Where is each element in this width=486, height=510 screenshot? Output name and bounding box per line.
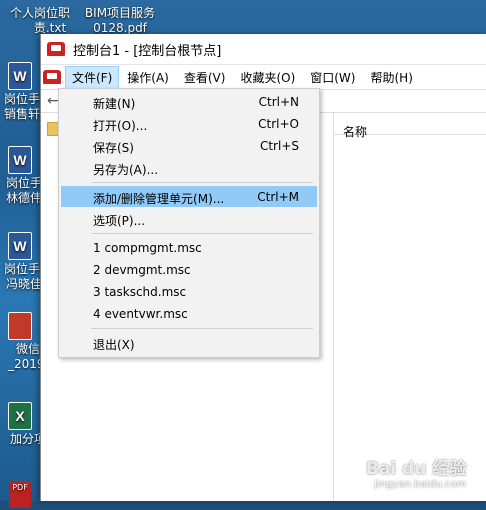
pdf-icon: PDF xyxy=(9,482,31,508)
menu-action[interactable]: 操作(A) xyxy=(120,66,176,89)
menu-item-exit[interactable]: 退出(X) xyxy=(61,332,317,353)
watermark-sub: jingyan.baidu.com xyxy=(374,479,467,490)
desktop-icon-word-doc[interactable]: W 岗位手 销售轩 xyxy=(0,62,40,122)
desktop-icon-text-file[interactable]: 个人岗位职 责.txt xyxy=(0,6,80,36)
menu-item-open[interactable]: 打开(O)... Ctrl+O xyxy=(61,113,317,134)
desktop-icon-label: 微信 xyxy=(16,342,41,356)
menu-item-shortcut: Ctrl+S xyxy=(259,139,299,153)
menu-help[interactable]: 帮助(H) xyxy=(363,66,419,89)
menu-item-label: 选项(P)... xyxy=(93,214,146,228)
menu-file[interactable]: 文件(F) xyxy=(65,65,120,89)
menu-item-new[interactable]: 新建(N) Ctrl+N xyxy=(61,91,317,112)
menu-item-recent-2[interactable]: 2 devmgmt.msc xyxy=(61,259,317,280)
menu-item-recent-3[interactable]: 3 taskschd.msc xyxy=(61,281,317,302)
desktop-icon-label: 加分项 xyxy=(10,432,47,446)
watermark-main: Bai du 经验 xyxy=(366,459,467,479)
window-title: 控制台1 - [控制台根节点] xyxy=(73,43,222,59)
menu-separator xyxy=(91,328,313,329)
file-icon xyxy=(8,312,32,340)
desktop-icon-pdf-file[interactable]: BIM项目服务 0128.pdf xyxy=(80,6,160,36)
column-header[interactable]: 名称 xyxy=(334,112,486,139)
menu-separator xyxy=(91,182,313,183)
desktop-icon-label: 岗位手 xyxy=(4,92,41,106)
menu-item-save[interactable]: 保存(S) Ctrl+S xyxy=(61,135,317,156)
word-icon: W xyxy=(8,62,32,90)
menu-item-label: 保存(S) xyxy=(93,141,134,155)
word-icon: W xyxy=(8,146,32,174)
desktop-icon-label: BIM项目服务 xyxy=(84,6,156,20)
menu-item-label: 2 devmgmt.msc xyxy=(93,263,191,277)
desktop-icon-word-doc[interactable]: W 岗位手 林德伟 xyxy=(0,146,43,206)
desktop-icon-label: 岗位手 xyxy=(6,176,43,190)
menu-item-shortcut: Ctrl+M xyxy=(257,190,299,204)
desktop-icon-label: 冯晓佳 xyxy=(6,277,43,291)
desktop-icon-label: 岗位手 xyxy=(4,262,41,276)
menu-separator xyxy=(91,233,313,234)
menu-item-recent-1[interactable]: 1 compmgmt.msc xyxy=(61,237,317,258)
menu-item-label: 4 eventvwr.msc xyxy=(93,307,188,321)
column-header-name: 名称 xyxy=(343,125,368,139)
desktop-icon-excel-file[interactable]: X 加分项 xyxy=(0,402,47,447)
word-icon: W xyxy=(8,232,32,260)
menu-item-label: 打开(O)... xyxy=(93,119,148,133)
desktop-icon-label: 个人岗位职 xyxy=(9,6,70,20)
menu-view[interactable]: 查看(V) xyxy=(177,66,233,89)
excel-icon: X xyxy=(8,402,32,430)
desktop-icon-word-doc[interactable]: W 岗位手 冯晓佳 xyxy=(0,232,43,292)
menu-item-label: 新建(N) xyxy=(93,97,136,111)
mmc-menu-icon[interactable] xyxy=(43,70,61,84)
desktop-icon-label: 林德伟 xyxy=(6,191,43,205)
menu-item-add-remove-snapin[interactable]: 添加/删除管理单元(M)... Ctrl+M xyxy=(61,186,317,207)
title-bar[interactable]: 控制台1 - [控制台根节点] xyxy=(41,34,486,65)
desktop-icon-pdf-file[interactable]: PDF xyxy=(0,482,40,510)
mmc-app-icon xyxy=(47,42,65,56)
menu-item-label: 3 taskschd.msc xyxy=(93,285,187,299)
menu-window[interactable]: 窗口(W) xyxy=(303,66,362,89)
menu-item-label: 添加/删除管理单元(M)... xyxy=(93,192,225,206)
desktop-icon-wechat-file[interactable]: 微信 _2019 xyxy=(0,312,45,372)
baidu-watermark: Bai du 经验 jingyan.baidu.com xyxy=(366,454,466,490)
menu-item-shortcut: Ctrl+N xyxy=(258,95,299,109)
menu-favorites[interactable]: 收藏夹(O) xyxy=(233,66,302,89)
menu-item-label: 1 compmgmt.msc xyxy=(93,241,202,255)
menu-item-shortcut: Ctrl+O xyxy=(258,117,299,131)
menu-item-save-as[interactable]: 另存为(A)... xyxy=(61,157,317,178)
menu-item-options[interactable]: 选项(P)... xyxy=(61,208,317,229)
menu-item-label: 另存为(A)... xyxy=(93,163,159,177)
menu-bar: 文件(F) 操作(A) 查看(V) 收藏夹(O) 窗口(W) 帮助(H) xyxy=(41,65,486,90)
desktop-icon-label: 销售轩 xyxy=(4,107,41,121)
desktop-icon-label: _2019 xyxy=(8,357,45,371)
menu-item-recent-4[interactable]: 4 eventvwr.msc xyxy=(61,303,317,324)
file-menu-dropdown: 新建(N) Ctrl+N 打开(O)... Ctrl+O 保存(S) Ctrl+… xyxy=(58,88,320,358)
results-pane[interactable]: 名称 xyxy=(334,112,486,501)
menu-item-label: 退出(X) xyxy=(93,338,135,352)
